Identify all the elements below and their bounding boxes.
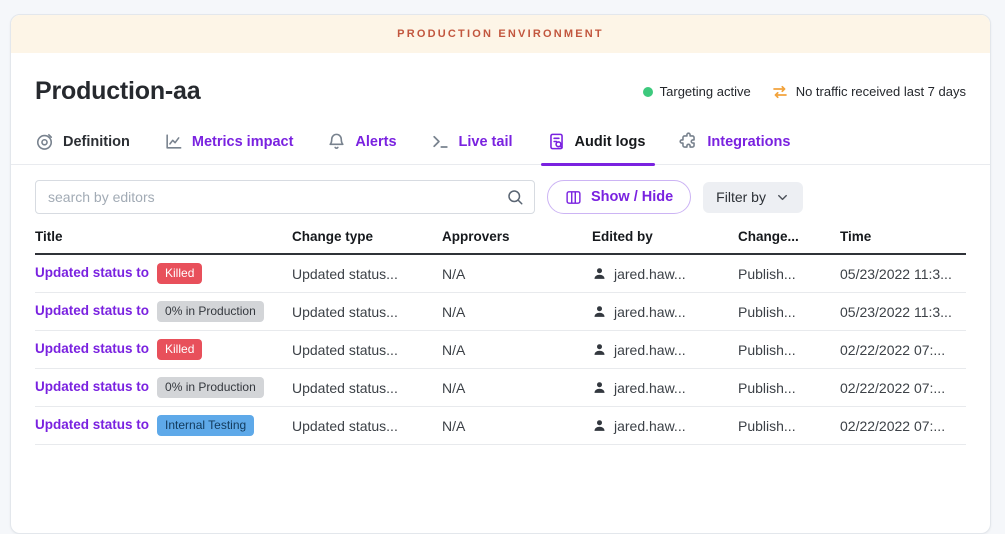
time-cell: 02/22/2022 07:... bbox=[840, 342, 966, 358]
tab-label: Integrations bbox=[707, 134, 790, 150]
tab-label: Metrics impact bbox=[192, 134, 294, 150]
table-row[interactable]: Updated status to Internal Testing Update… bbox=[35, 407, 966, 445]
tab-integrations[interactable]: Integrations bbox=[679, 132, 790, 164]
page-header: Production-aa Targeting active No traffi… bbox=[11, 53, 990, 106]
time-cell: 02/22/2022 07:... bbox=[840, 418, 966, 434]
table-header-row: Title Change type Approvers Edited by Ch… bbox=[35, 229, 966, 255]
table-row[interactable]: Updated status to 0% in Production Update… bbox=[35, 293, 966, 331]
changes-cell: Publish... bbox=[738, 342, 840, 358]
change-type-cell: Updated status... bbox=[292, 266, 442, 282]
edited-by-cell: jared.haw... bbox=[614, 304, 686, 320]
approvers-cell: N/A bbox=[442, 380, 592, 396]
status-indicators: Targeting active No traffic received las… bbox=[643, 83, 966, 101]
search-input[interactable] bbox=[36, 189, 506, 205]
person-icon bbox=[592, 266, 607, 281]
status-badge: 0% in Production bbox=[157, 377, 264, 398]
tab-label: Alerts bbox=[355, 134, 396, 150]
row-title-link[interactable]: Updated status to bbox=[35, 265, 149, 280]
audit-log-icon bbox=[547, 132, 566, 151]
person-icon bbox=[592, 418, 607, 433]
tab-live-tail[interactable]: Live tail bbox=[431, 132, 513, 164]
edited-by-cell: jared.haw... bbox=[614, 266, 686, 282]
column-header-title: Title bbox=[35, 229, 292, 244]
green-dot-icon bbox=[643, 87, 653, 97]
edited-by-cell: jared.haw... bbox=[614, 380, 686, 396]
puzzle-icon bbox=[679, 132, 698, 151]
search-icon bbox=[506, 188, 534, 206]
changes-cell: Publish... bbox=[738, 266, 840, 282]
status-badge: Killed bbox=[157, 339, 202, 360]
change-type-cell: Updated status... bbox=[292, 342, 442, 358]
table-toolbar: Show / Hide Filter by bbox=[11, 180, 990, 214]
tab-label: Definition bbox=[63, 134, 130, 150]
approvers-cell: N/A bbox=[442, 418, 592, 434]
person-icon bbox=[592, 380, 607, 395]
row-title-link[interactable]: Updated status to bbox=[35, 303, 149, 318]
banner-label: PRODUCTION ENVIRONMENT bbox=[397, 28, 604, 40]
tab-label: Audit logs bbox=[575, 134, 646, 150]
column-header-change-type: Change type bbox=[292, 229, 442, 244]
filter-by-label: Filter by bbox=[716, 189, 766, 205]
column-header-approvers: Approvers bbox=[442, 229, 592, 244]
changes-cell: Publish... bbox=[738, 380, 840, 396]
show-hide-label: Show / Hide bbox=[591, 189, 673, 205]
tab-label: Live tail bbox=[459, 134, 513, 150]
change-type-cell: Updated status... bbox=[292, 380, 442, 396]
column-header-changes: Change... bbox=[738, 229, 840, 244]
change-type-cell: Updated status... bbox=[292, 418, 442, 434]
changes-cell: Publish... bbox=[738, 304, 840, 320]
table-row[interactable]: Updated status to Killed Updated status..… bbox=[35, 255, 966, 293]
production-environment-banner: PRODUCTION ENVIRONMENT bbox=[11, 15, 990, 53]
status-badge: Internal Testing bbox=[157, 415, 254, 436]
tab-definition[interactable]: Definition bbox=[35, 132, 130, 164]
person-icon bbox=[592, 304, 607, 319]
row-title-link[interactable]: Updated status to bbox=[35, 417, 149, 432]
column-header-time: Time bbox=[840, 229, 966, 244]
status-badge: Killed bbox=[157, 263, 202, 284]
targeting-status: Targeting active bbox=[643, 84, 751, 99]
approvers-cell: N/A bbox=[442, 304, 592, 320]
change-type-cell: Updated status... bbox=[292, 304, 442, 320]
show-hide-columns-button[interactable]: Show / Hide bbox=[547, 180, 691, 214]
time-cell: 05/23/2022 11:3... bbox=[840, 304, 966, 320]
traffic-status: No traffic received last 7 days bbox=[771, 83, 966, 101]
changes-cell: Publish... bbox=[738, 418, 840, 434]
chevron-down-icon bbox=[775, 190, 790, 205]
tab-alerts[interactable]: Alerts bbox=[327, 132, 396, 164]
search-box bbox=[35, 180, 535, 214]
traffic-arrows-icon bbox=[771, 83, 789, 101]
targeting-status-label: Targeting active bbox=[660, 84, 751, 99]
person-icon bbox=[592, 342, 607, 357]
time-cell: 02/22/2022 07:... bbox=[840, 380, 966, 396]
approvers-cell: N/A bbox=[442, 342, 592, 358]
target-icon bbox=[35, 132, 54, 151]
tab-audit-logs[interactable]: Audit logs bbox=[547, 132, 646, 164]
traffic-status-label: No traffic received last 7 days bbox=[796, 84, 966, 99]
time-cell: 05/23/2022 11:3... bbox=[840, 266, 966, 282]
tab-metrics-impact[interactable]: Metrics impact bbox=[164, 132, 294, 164]
environment-card: PRODUCTION ENVIRONMENT Production-aa Tar… bbox=[10, 14, 991, 534]
filter-by-button[interactable]: Filter by bbox=[703, 182, 803, 213]
approvers-cell: N/A bbox=[442, 266, 592, 282]
row-title-link[interactable]: Updated status to bbox=[35, 379, 149, 394]
edited-by-cell: jared.haw... bbox=[614, 342, 686, 358]
status-badge: 0% in Production bbox=[157, 301, 264, 322]
page-title: Production-aa bbox=[35, 77, 200, 106]
line-chart-icon bbox=[164, 132, 183, 151]
tab-bar: Definition Metrics impact Alerts Live ta… bbox=[11, 132, 990, 165]
edited-by-cell: jared.haw... bbox=[614, 418, 686, 434]
table-row[interactable]: Updated status to 0% in Production Update… bbox=[35, 369, 966, 407]
columns-icon bbox=[565, 189, 582, 206]
audit-log-table: Title Change type Approvers Edited by Ch… bbox=[35, 229, 966, 445]
terminal-icon bbox=[431, 132, 450, 151]
column-header-edited-by: Edited by bbox=[592, 229, 738, 244]
table-row[interactable]: Updated status to Killed Updated status..… bbox=[35, 331, 966, 369]
row-title-link[interactable]: Updated status to bbox=[35, 341, 149, 356]
bell-icon bbox=[327, 132, 346, 151]
